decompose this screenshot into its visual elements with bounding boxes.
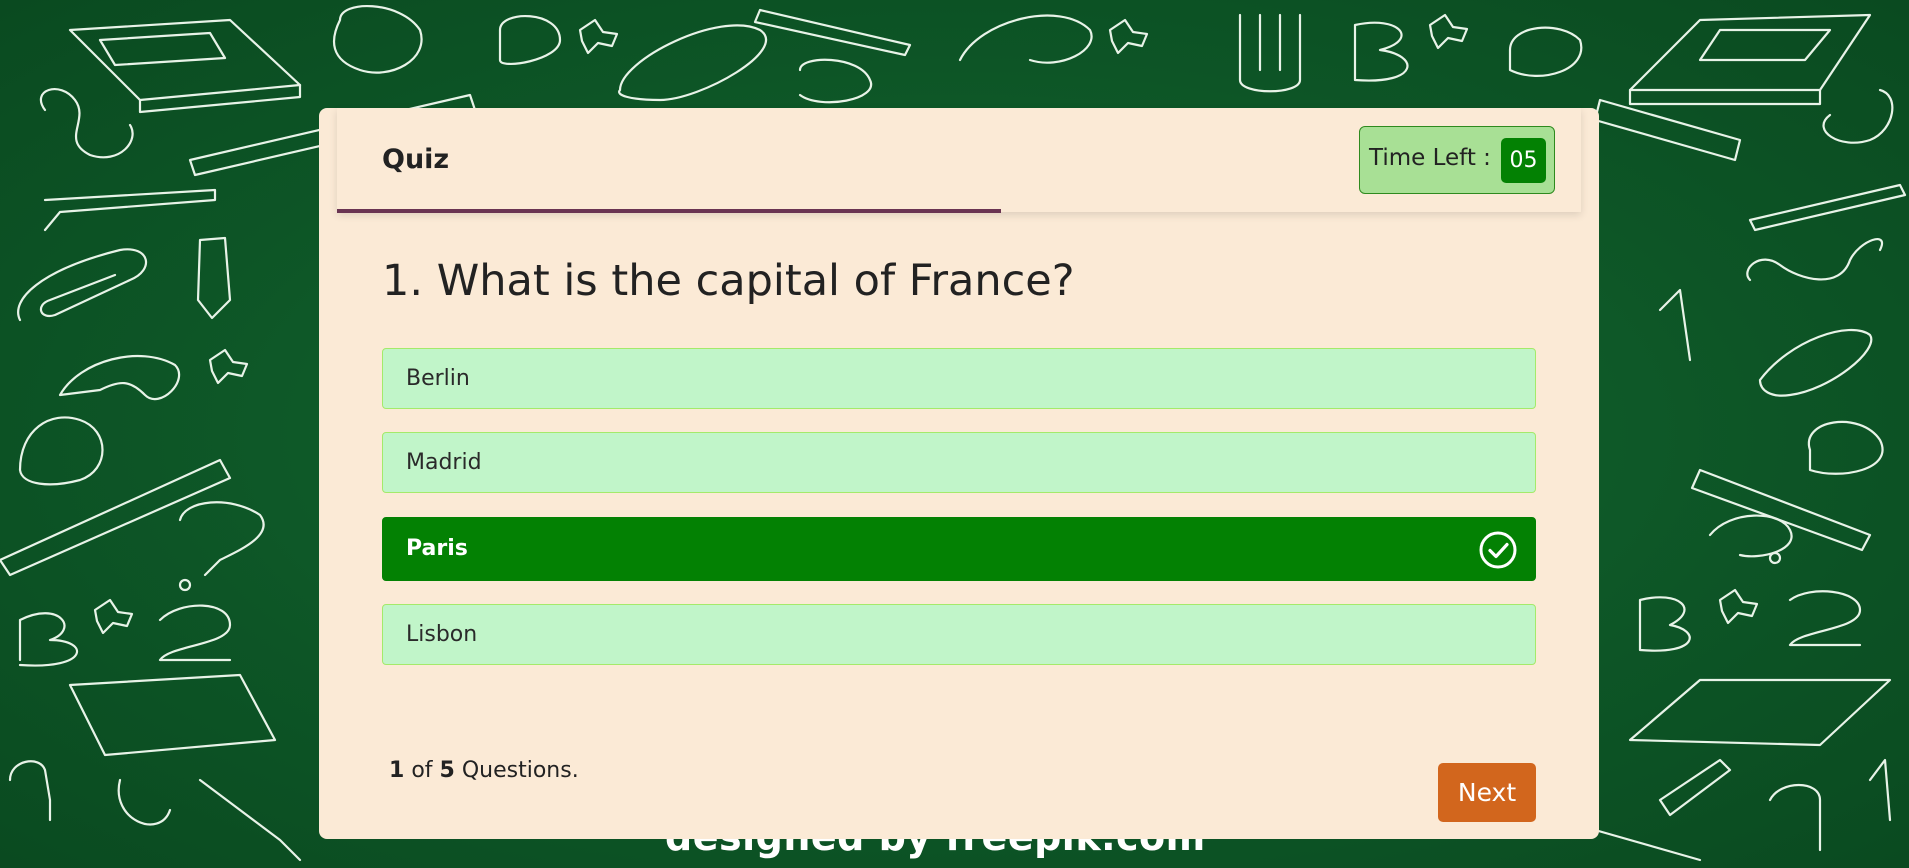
option-berlin[interactable]: Berlin: [382, 348, 1536, 409]
next-button[interactable]: Next: [1438, 763, 1536, 822]
option-madrid[interactable]: Madrid: [382, 432, 1536, 493]
questions-label: Questions.: [461, 758, 579, 783]
current-question-number: 1: [389, 758, 405, 783]
option-lisbon[interactable]: Lisbon: [382, 604, 1536, 665]
timer-value: 05: [1501, 138, 1546, 183]
check-circle-icon: [1479, 531, 1517, 569]
total-questions-number: 5: [439, 758, 455, 783]
question-counter: 1 of 5 Questions.: [389, 758, 579, 783]
quiz-title: Quiz: [382, 144, 450, 175]
option-label: Paris: [406, 536, 468, 561]
timer-label: Time Left :: [1369, 145, 1491, 171]
quiz-footer: 1 of 5 Questions. Next: [319, 738, 1599, 839]
option-paris[interactable]: Paris: [382, 517, 1536, 581]
option-label: Berlin: [406, 366, 470, 391]
of-label: of: [411, 758, 433, 783]
question-text: 1. What is the capital of France?: [382, 256, 1075, 306]
quiz-header: Quiz Time Left : 05: [337, 108, 1581, 213]
option-label: Lisbon: [406, 622, 478, 647]
quiz-card: Quiz Time Left : 05 1. What is the capit…: [319, 108, 1599, 839]
book-doodle: [68, 18, 302, 114]
option-label: Madrid: [406, 450, 482, 475]
time-progress-line: [337, 209, 1001, 213]
timer-box: Time Left : 05: [1359, 126, 1555, 194]
